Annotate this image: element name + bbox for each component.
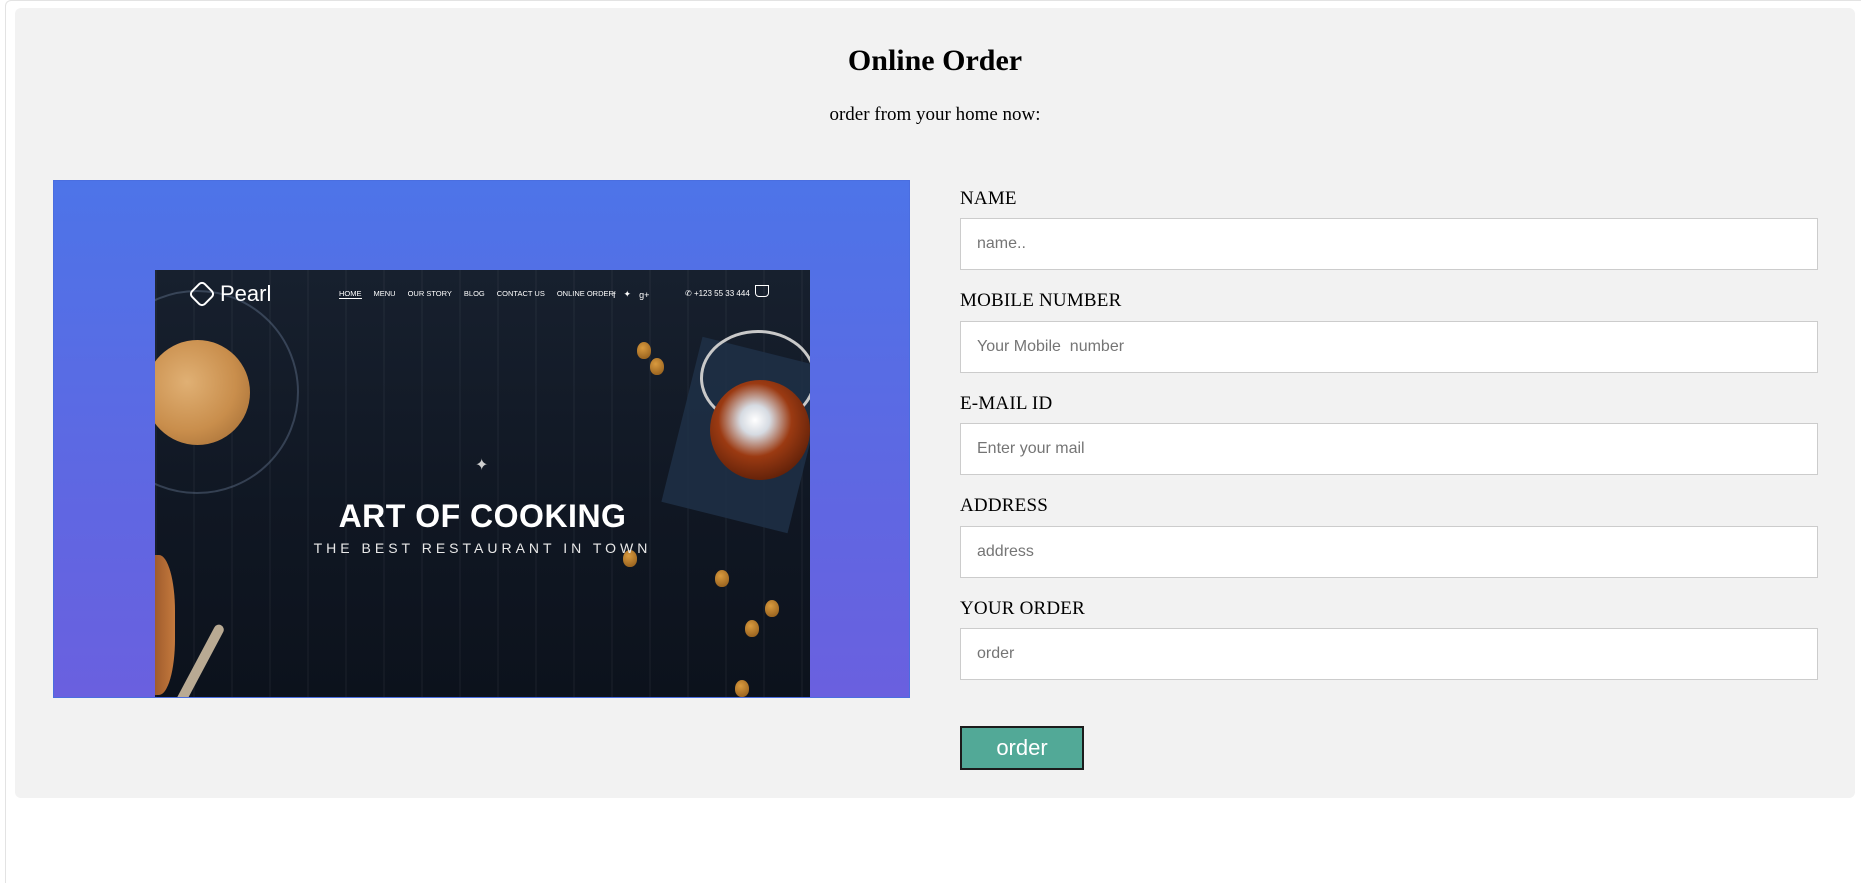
- name-input[interactable]: [960, 218, 1818, 270]
- menu-item-our-story: OUR STORY: [407, 289, 452, 298]
- hero-image-panel: Pearl HOME MENU OUR STORY BLOG CONTACT U…: [53, 180, 910, 698]
- menu-item-home: HOME: [339, 289, 362, 299]
- phone-icon: ✆: [685, 289, 694, 298]
- order-input[interactable]: [960, 628, 1818, 680]
- email-input[interactable]: [960, 423, 1818, 475]
- pearl-logo-icon: [187, 279, 217, 309]
- address-label: ADDRESS: [960, 495, 1048, 516]
- menu-item-contact: CONTACT US: [496, 289, 545, 298]
- phone-number: ✆ +123 55 33 444: [685, 289, 750, 298]
- order-button[interactable]: order: [960, 726, 1084, 770]
- address-input[interactable]: [960, 526, 1818, 578]
- menu-item-blog: BLOG: [463, 289, 485, 298]
- email-label: E-MAIL ID: [960, 393, 1053, 414]
- pearl-logo: Pearl: [187, 279, 272, 309]
- social-icons: f ✦ g+: [613, 289, 649, 300]
- cart-icon: [755, 285, 769, 297]
- hero-tagline: THE BEST RESTAURANT IN TOWN: [313, 540, 652, 556]
- page-subtitle: order from your home now:: [829, 104, 1041, 125]
- twitter-icon: ✦: [623, 289, 632, 299]
- hero-headline: ART OF COOKING: [338, 498, 627, 534]
- menu-item-online-order: ONLINE ORDER: [556, 289, 614, 298]
- teapot-image: [710, 380, 810, 480]
- hero-menu: HOME MENU OUR STORY BLOG CONTACT US ONLI…: [339, 289, 614, 299]
- ornament-icon: ✦: [475, 457, 489, 474]
- name-label: NAME: [960, 188, 1017, 209]
- page-title: Online Order: [847, 44, 1023, 77]
- mobile-label: MOBILE NUMBER: [960, 290, 1122, 311]
- logo-text: Pearl: [220, 281, 272, 306]
- menu-item-menu: MENU: [373, 289, 396, 298]
- your-order-label: YOUR ORDER: [960, 598, 1085, 619]
- mobile-number-input[interactable]: [960, 321, 1818, 373]
- hero-navbar: Pearl HOME MENU OUR STORY BLOG CONTACT U…: [155, 270, 810, 320]
- order-panel: Online Order order from your home now: P…: [15, 8, 1855, 798]
- restaurant-screenshot-image: Pearl HOME MENU OUR STORY BLOG CONTACT U…: [155, 270, 810, 697]
- googleplus-icon: g+: [639, 289, 650, 300]
- facebook-icon: f: [613, 289, 616, 300]
